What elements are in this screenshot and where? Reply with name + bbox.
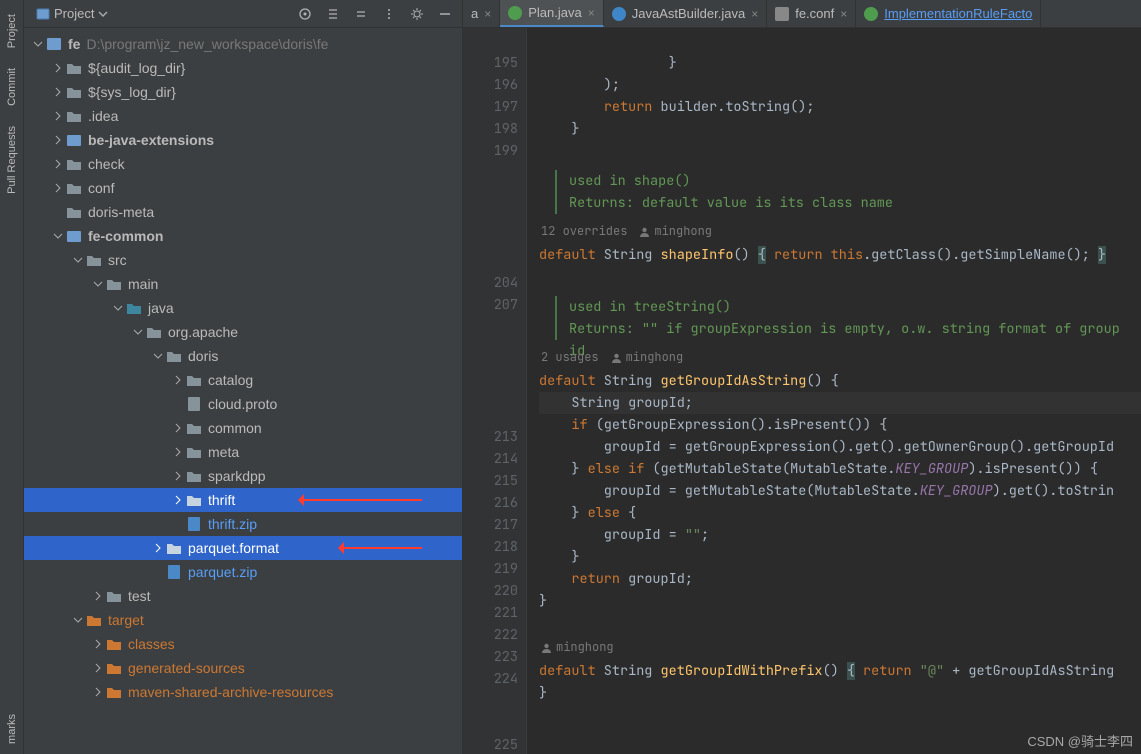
more-icon[interactable] [378, 3, 400, 25]
package-icon [146, 324, 162, 340]
tree-item-label: ${audit_log_dir} [88, 60, 185, 76]
tree-package[interactable]: meta [24, 440, 462, 464]
annotation-arrow [302, 499, 422, 501]
archive-icon [166, 564, 182, 580]
tree-excluded-folder[interactable]: generated-sources [24, 656, 462, 680]
project-tree[interactable]: fe D:\program\jz_new_workspace\doris\fe … [24, 28, 462, 754]
tab-a[interactable]: a× [463, 0, 500, 27]
tree-source-folder[interactable]: java [24, 296, 462, 320]
code-editor[interactable]: 195 196 197 198 199 204 207 213 214 21 [463, 28, 1141, 754]
file-icon [186, 396, 202, 412]
close-icon[interactable]: × [751, 7, 758, 21]
tree-module-root[interactable]: fe D:\program\jz_new_workspace\doris\fe [24, 32, 462, 56]
tab-feconf[interactable]: fe.conf× [767, 0, 856, 27]
excluded-folder-icon [86, 612, 102, 628]
tree-module[interactable]: be-java-extensions [24, 128, 462, 152]
project-icon [36, 7, 50, 21]
file-icon [775, 7, 789, 21]
tree-folder[interactable]: ${audit_log_dir} [24, 56, 462, 80]
class-icon [612, 7, 626, 21]
usages-hint[interactable]: 12 overridesminghong [541, 220, 1141, 242]
chevron-right-icon [50, 60, 66, 76]
folder-icon [66, 60, 82, 76]
tree-folder[interactable]: .idea [24, 104, 462, 128]
tree-package[interactable]: catalog [24, 368, 462, 392]
annotation-arrow [342, 547, 422, 549]
doc-hint: used in treeString() Returns: "" if grou… [555, 296, 1141, 340]
tree-package[interactable]: sparkdpp [24, 464, 462, 488]
chevron-down-icon [30, 36, 46, 52]
module-icon [66, 228, 82, 244]
close-icon[interactable]: × [588, 6, 595, 20]
author-icon [639, 226, 650, 237]
tab-implfactory[interactable]: ImplementationRuleFacto [856, 0, 1041, 27]
tree-excluded-folder[interactable]: target [24, 608, 462, 632]
tree-package[interactable]: doris [24, 344, 462, 368]
tree-item-path: D:\program\jz_new_workspace\doris\fe [86, 36, 328, 52]
rail-commit[interactable]: Commit [4, 58, 20, 116]
select-opened-file-icon[interactable] [294, 3, 316, 25]
project-view-selector[interactable]: Project [30, 4, 114, 23]
module-icon [66, 132, 82, 148]
tree-folder[interactable]: check [24, 152, 462, 176]
tree-excluded-folder[interactable]: classes [24, 632, 462, 656]
code-area[interactable]: } ); return builder.toString(); } used i… [527, 28, 1141, 754]
tree-module[interactable]: fe-common [24, 224, 462, 248]
tree-folder[interactable]: test [24, 584, 462, 608]
tree-folder[interactable]: conf [24, 176, 462, 200]
editor-pane: a× Plan.java× JavaAstBuilder.java× fe.co… [463, 0, 1141, 754]
doc-hint: used in shape() Returns: default value i… [555, 170, 1141, 214]
tree-file[interactable]: parquet.zip [24, 560, 462, 584]
tree-folder[interactable]: ${sys_log_dir} [24, 80, 462, 104]
watermark: CSDN @骑士李四 [1027, 731, 1133, 750]
tree-folder[interactable]: src [24, 248, 462, 272]
usages-hint[interactable]: 2 usagesminghong [541, 346, 1141, 368]
tree-folder[interactable]: doris-meta [24, 200, 462, 224]
tree-package-thrift[interactable]: thrift [24, 488, 462, 512]
rail-bookmarks[interactable]: marks [4, 704, 20, 754]
rail-project[interactable]: Project [4, 4, 20, 58]
tree-folder[interactable]: main [24, 272, 462, 296]
tree-file[interactable]: cloud.proto [24, 392, 462, 416]
tree-package[interactable]: common [24, 416, 462, 440]
tree-item-label: fe [68, 36, 80, 52]
chevron-down-icon [98, 9, 108, 19]
tree-file[interactable]: thrift.zip [24, 512, 462, 536]
tree-package-parquet[interactable]: parquet.format [24, 536, 462, 560]
project-panel-header: Project [24, 0, 462, 28]
expand-all-icon[interactable] [322, 3, 344, 25]
interface-icon [864, 7, 878, 21]
close-icon[interactable]: × [484, 7, 491, 21]
gear-icon[interactable] [406, 3, 428, 25]
close-icon[interactable]: × [840, 7, 847, 21]
interface-icon [508, 6, 522, 20]
tab-plan[interactable]: Plan.java× [500, 0, 604, 27]
collapse-all-icon[interactable] [350, 3, 372, 25]
tree-excluded-folder[interactable]: maven-shared-archive-resources [24, 680, 462, 704]
project-panel: Project fe D:\program\jz_new_workspace\d… [24, 0, 463, 754]
tree-package[interactable]: org.apache [24, 320, 462, 344]
rail-pull-requests[interactable]: Pull Requests [4, 116, 20, 204]
editor-tabs: a× Plan.java× JavaAstBuilder.java× fe.co… [463, 0, 1141, 28]
source-folder-icon [126, 300, 142, 316]
usages-hint[interactable]: minghong [541, 636, 1141, 658]
tab-javaast[interactable]: JavaAstBuilder.java× [604, 0, 767, 27]
panel-title-label: Project [54, 6, 94, 21]
hide-panel-icon[interactable] [434, 3, 456, 25]
left-rail: Project Commit Pull Requests marks [0, 0, 24, 754]
gutter: 195 196 197 198 199 204 207 213 214 21 [463, 28, 527, 754]
archive-icon [186, 516, 202, 532]
module-icon [46, 36, 62, 52]
